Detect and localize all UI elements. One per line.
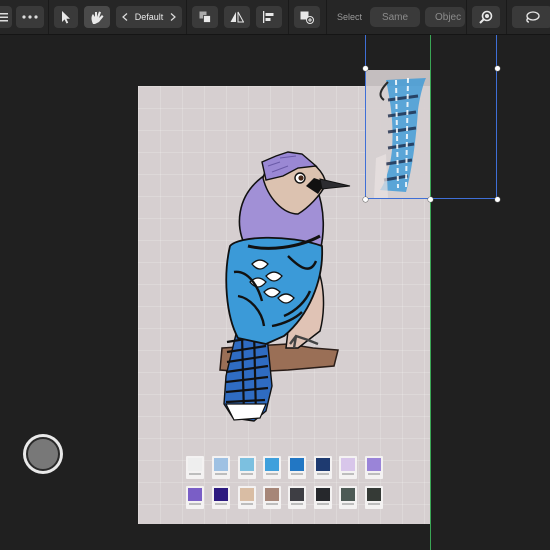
select-object-button[interactable]: Objec [425, 7, 465, 27]
preset-selector[interactable]: Default [116, 6, 182, 28]
resize-handle[interactable] [363, 66, 368, 71]
select-label: Select [337, 12, 363, 22]
selection-box[interactable] [365, 35, 497, 199]
swatch[interactable] [288, 456, 306, 479]
menu-icon[interactable] [0, 6, 12, 28]
align-icon[interactable] [256, 6, 282, 28]
swatch[interactable] [365, 486, 383, 509]
arrange-icon[interactable] [192, 6, 218, 28]
swatch[interactable] [288, 486, 306, 509]
more-icon[interactable] [16, 6, 44, 28]
record-icon [26, 437, 60, 471]
move-tool-icon[interactable] [54, 6, 78, 28]
swatch[interactable] [314, 456, 332, 479]
chevron-left-icon[interactable] [121, 13, 128, 21]
swatch[interactable] [314, 486, 332, 509]
swatch[interactable] [212, 456, 230, 479]
swatch[interactable] [263, 456, 281, 479]
resize-handle[interactable] [363, 197, 368, 202]
record-button[interactable] [23, 434, 63, 474]
lasso-icon[interactable] [512, 6, 550, 28]
node-tool-icon[interactable] [84, 6, 110, 28]
resize-handle[interactable] [428, 197, 433, 202]
swatch[interactable] [339, 486, 357, 509]
swatch[interactable] [238, 456, 256, 479]
chevron-right-icon[interactable] [170, 13, 177, 21]
swatch[interactable] [263, 486, 281, 509]
resize-handle[interactable] [495, 197, 500, 202]
preset-label: Default [134, 12, 164, 22]
swatch[interactable] [339, 456, 357, 479]
zoom-icon[interactable] [472, 6, 500, 28]
add-layer-icon[interactable] [294, 6, 320, 28]
flip-icon[interactable] [224, 6, 250, 28]
swatch[interactable] [365, 456, 383, 479]
resize-handle[interactable] [495, 66, 500, 71]
select-same-button[interactable]: Same [370, 7, 420, 27]
top-toolbar: Default Select Same Objec [0, 0, 550, 35]
swatch[interactable] [186, 456, 204, 479]
swatch[interactable] [238, 486, 256, 509]
swatch[interactable] [212, 486, 230, 509]
swatch[interactable] [186, 486, 204, 509]
